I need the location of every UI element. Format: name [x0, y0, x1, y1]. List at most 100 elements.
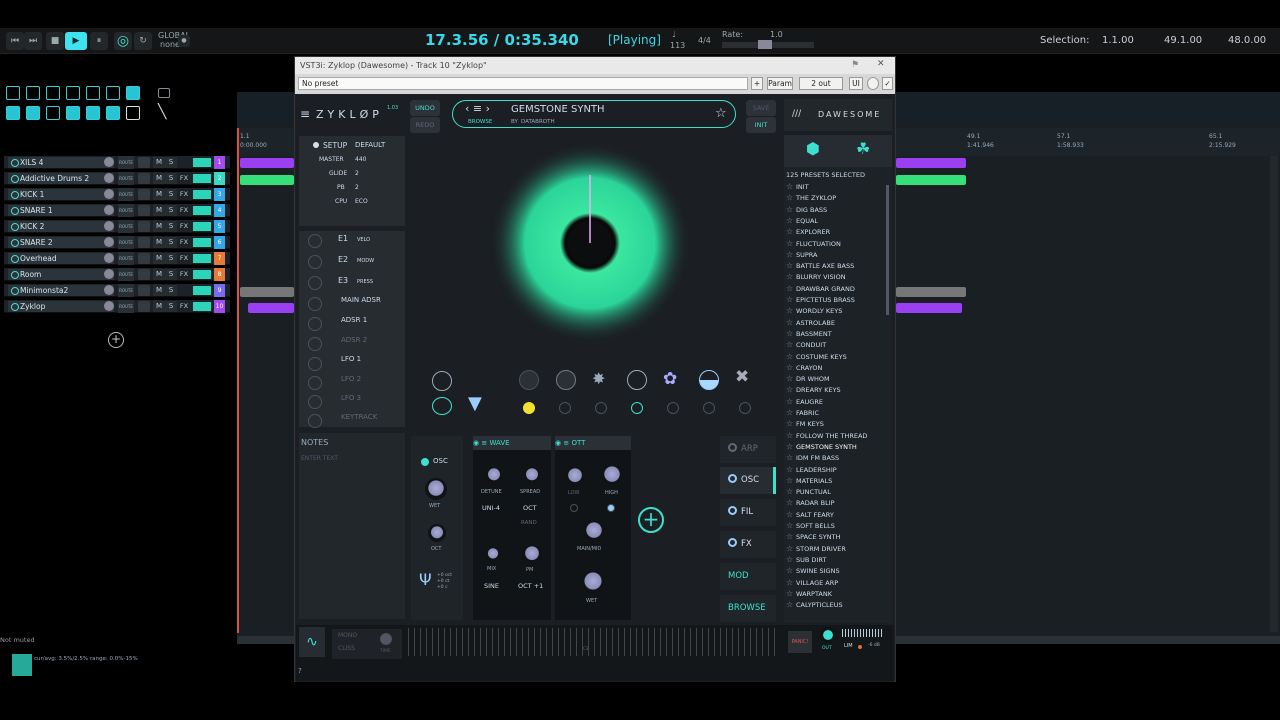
track-record-arm[interactable] — [138, 189, 150, 200]
play-button[interactable]: ▶ — [65, 32, 87, 50]
track-name[interactable]: SNARE 1 — [8, 205, 114, 216]
param-button[interactable]: Param — [767, 77, 793, 90]
star-burst-icon[interactable]: ✸ — [592, 369, 605, 388]
envelope-icon[interactable] — [86, 106, 100, 120]
tab-fil[interactable]: FIL — [720, 499, 776, 526]
wave-menu-icon[interactable]: ≡ — [481, 439, 487, 447]
track-volume-knob[interactable] — [104, 269, 114, 279]
tab-osc[interactable]: OSC — [720, 467, 776, 494]
main-adsr-icon[interactable] — [308, 297, 322, 311]
keytrack-label[interactable]: KEYTRACK — [341, 413, 377, 421]
lfo1-label[interactable]: LFO 1 — [341, 355, 361, 363]
track-mute-button[interactable]: M — [153, 189, 165, 200]
preset-list-item[interactable]: INIT — [786, 182, 809, 191]
mod-dot-icon[interactable] — [703, 402, 715, 414]
track-name[interactable]: SNARE 2 — [8, 237, 114, 248]
filter-tag-icon[interactable]: ☘ — [856, 139, 870, 158]
track-fx-button[interactable]: FX — [178, 253, 190, 264]
time-knob[interactable] — [380, 633, 392, 645]
bypass-button[interactable] — [867, 77, 879, 90]
preset-list-item[interactable]: SWINE SIGNS — [786, 566, 840, 575]
track-record-arm[interactable] — [138, 221, 150, 232]
preset-list-item[interactable]: SUPRA — [786, 250, 818, 259]
drum-clip[interactable] — [896, 175, 966, 185]
minimonsta-clip[interactable] — [240, 287, 294, 297]
ripple-icon[interactable] — [66, 106, 80, 120]
track-mute-button[interactable]: M — [153, 205, 165, 216]
cycle-icon[interactable] — [106, 106, 120, 120]
preset-list-item[interactable]: BLURRY VISION — [786, 272, 846, 281]
sine-value[interactable]: SINE — [484, 582, 499, 590]
redo-icon[interactable] — [106, 86, 120, 100]
osc-power-icon[interactable] — [421, 458, 429, 466]
oct-plus-value[interactable]: OCT +1 — [518, 582, 543, 590]
unison-value[interactable]: UNI-4 — [482, 504, 500, 512]
mix-knob[interactable] — [485, 546, 501, 562]
preset-list-scrollbar[interactable] — [886, 185, 889, 315]
master-value[interactable]: 440 — [355, 156, 366, 163]
keyboard-strip[interactable]: C3 — [408, 628, 780, 656]
track-solo-button[interactable]: S — [165, 269, 177, 280]
preset-list-item[interactable]: FOLLOW THE THREAD — [786, 431, 867, 440]
track-volume-knob[interactable] — [104, 221, 114, 231]
preset-list-item[interactable]: CONDUIT — [786, 340, 826, 349]
track-row[interactable]: SNARE 2 ROUTE M S FX 6 — [4, 236, 230, 249]
init-button[interactable]: INIT — [746, 117, 776, 133]
track-record-arm[interactable] — [138, 237, 150, 248]
track-volume-knob[interactable] — [104, 253, 114, 263]
wave-power-icon[interactable]: ◉ — [473, 439, 479, 447]
track-record-arm[interactable] — [138, 173, 150, 184]
tab-mod[interactable]: MOD — [720, 563, 776, 590]
undo-button[interactable]: UNDO — [410, 100, 440, 116]
project-settings-icon[interactable] — [66, 86, 80, 100]
midi-clip[interactable] — [240, 158, 294, 168]
track-record-arm[interactable] — [138, 269, 150, 280]
preset-list-item[interactable]: VILLAGE ARP — [786, 578, 838, 587]
track-volume-knob[interactable] — [104, 189, 114, 199]
track-fx-button[interactable]: FX — [178, 237, 190, 248]
track-route-button[interactable]: ROUTE — [118, 156, 134, 169]
swirl-icon[interactable] — [556, 370, 576, 390]
oct-value[interactable]: OCT — [523, 504, 537, 512]
track-route-button[interactable]: ROUTE — [118, 236, 134, 249]
waveform-icon[interactable]: ∿ — [299, 627, 325, 657]
track-row[interactable]: SNARE 1 ROUTE M S FX 4 — [4, 204, 230, 217]
metronome-icon[interactable]: ♩ — [672, 30, 676, 39]
pause-button[interactable]: ⏸ — [90, 32, 108, 50]
track-mute-button[interactable]: M — [153, 221, 165, 232]
selection-length[interactable]: 48.0.00 — [1228, 35, 1266, 46]
preset-list-item[interactable]: BASSMENT — [786, 329, 832, 338]
add-preset-button[interactable]: + — [751, 77, 763, 90]
ott-high-knob[interactable] — [601, 464, 623, 486]
track-solo-button[interactable]: S — [165, 237, 177, 248]
dial-icon[interactable] — [519, 370, 539, 390]
track-name[interactable]: XILS 4 — [8, 157, 114, 168]
e3-mod-icon[interactable] — [308, 276, 322, 290]
preset-list-item[interactable]: EPICTETUS BRASS — [786, 295, 855, 304]
half-moon-icon[interactable] — [699, 370, 719, 390]
mod-dot-icon[interactable] — [595, 402, 607, 414]
preset-list-item[interactable]: EXPLORER — [786, 227, 830, 236]
cross-icon[interactable]: ✖ — [735, 367, 749, 387]
track-solo-button[interactable]: S — [165, 285, 177, 296]
track-fx-button[interactable]: FX — [178, 221, 190, 232]
minimonsta-clip[interactable] — [896, 287, 966, 297]
track-volume-knob[interactable] — [104, 301, 114, 311]
preset-list-item[interactable]: GEMSTONE SYNTH — [786, 442, 857, 451]
track-row[interactable]: Minimonsta2 ROUTE M S 9 — [4, 284, 230, 297]
track-solo-button[interactable]: S — [165, 253, 177, 264]
grid-icon[interactable] — [6, 106, 20, 120]
preset-list-item[interactable]: CALYPTICLEUS — [786, 600, 843, 609]
fast-forward-icon[interactable]: ⏭ — [24, 32, 42, 50]
cube-icon[interactable]: ⬢ — [806, 139, 820, 158]
track-fx-button[interactable]: FX — [178, 189, 190, 200]
track-solo-button[interactable]: S — [165, 205, 177, 216]
preset-list-item[interactable]: BATTLE AXE BASS — [786, 261, 854, 270]
track-record-arm[interactable] — [138, 285, 150, 296]
plugin-title[interactable]: VST3i: Zyklop (Dawesome) - Track 10 "Zyk… — [295, 57, 895, 74]
preset-nav-icon[interactable]: ‹ ≡ › — [465, 102, 490, 115]
preset-list-item[interactable]: THE ZYKLOP — [786, 193, 836, 202]
ui-button[interactable]: UI — [849, 77, 863, 90]
mixer-icon[interactable] — [46, 106, 60, 120]
zyklop-clip[interactable] — [896, 303, 962, 313]
